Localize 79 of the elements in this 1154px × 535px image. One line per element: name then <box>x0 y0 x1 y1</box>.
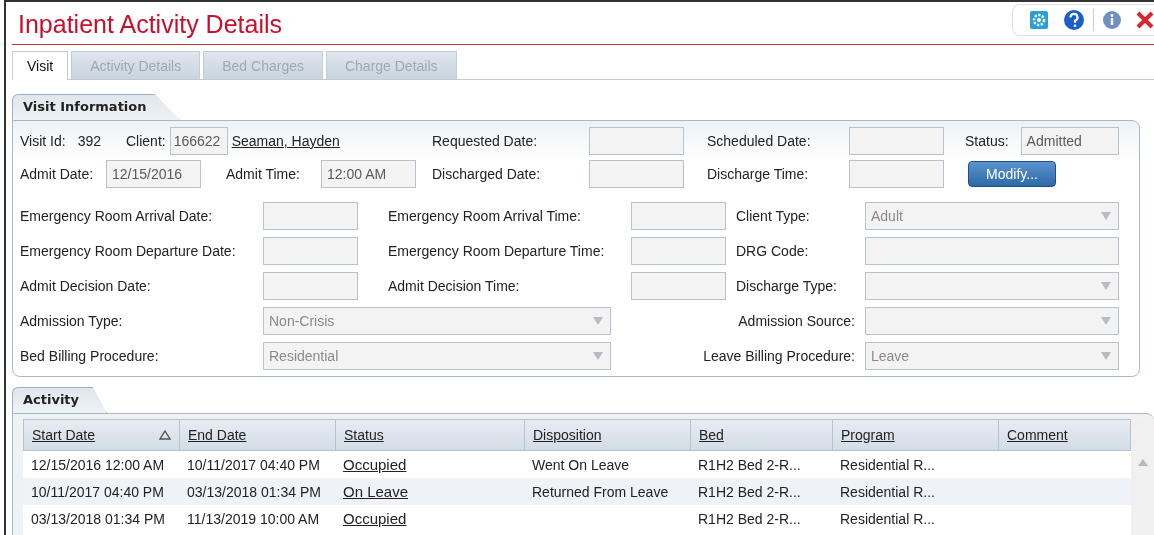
dropdown-arrow-icon <box>1101 282 1111 290</box>
table-cell: Residential R... <box>840 510 935 527</box>
field-label: Discharged Date: <box>432 166 542 182</box>
status-link[interactable]: Occupied <box>343 510 407 527</box>
help-icon[interactable] <box>1063 9 1085 31</box>
field-label: Client Type: <box>736 208 811 224</box>
column-header[interactable]: Bed <box>691 420 833 450</box>
dropdown[interactable] <box>865 307 1119 335</box>
info-icon[interactable] <box>1102 10 1122 30</box>
dropdown-arrow-icon <box>1101 352 1111 360</box>
status-link[interactable]: Occupied <box>343 456 407 473</box>
status-link[interactable]: On Leave <box>343 483 409 500</box>
column-header[interactable]: Status <box>336 420 525 450</box>
table-cell: R1H2 Bed 2-R... <box>698 483 801 500</box>
column-header[interactable]: Disposition <box>525 420 691 450</box>
scroll-up-icon[interactable] <box>1137 459 1148 466</box>
date-field[interactable] <box>849 127 944 155</box>
tab[interactable]: Visit <box>12 51 69 80</box>
input-field[interactable] <box>865 237 1119 265</box>
table-cell: Residential R... <box>840 483 935 500</box>
input-field[interactable] <box>631 272 726 300</box>
window-title: Inpatient Activity Details <box>17 8 282 39</box>
input-field[interactable] <box>631 202 726 230</box>
field-label: Emergency Room Arrival Date: <box>20 208 214 224</box>
field-label: Admit Decision Date: <box>20 278 152 294</box>
field-label: Emergency Room Departure Time: <box>388 243 606 259</box>
field-label: Emergency Room Arrival Time: <box>388 208 582 224</box>
input-field[interactable] <box>263 202 358 230</box>
dropdown-arrow-icon <box>1101 317 1111 325</box>
field-label: Admission Type: <box>20 313 124 329</box>
table-cell: R1H2 Bed 2-R... <box>698 510 801 527</box>
field-label: Leave Billing Procedure: <box>703 348 856 364</box>
visit-id-value: 392 <box>77 133 101 149</box>
table-cell: R1H2 Bed 2-R... <box>698 456 801 473</box>
table-cell: Returned From Leave <box>532 483 669 500</box>
field-label: Discharge Time: <box>707 166 810 182</box>
time-field[interactable]: 12:00 AM <box>321 160 416 188</box>
field-label: Visit Id: <box>20 133 66 149</box>
scrollbar[interactable] <box>1131 419 1154 535</box>
field-label: Client: <box>126 133 166 149</box>
field-label: Bed Billing Procedure: <box>20 348 160 364</box>
settings-icon[interactable] <box>1029 10 1049 30</box>
date-field[interactable]: 12/15/2016 <box>106 160 201 188</box>
table-cell: 10/11/2017 04:40 PM <box>31 483 164 500</box>
table-cell: 03/13/2018 01:34 PM <box>187 483 321 500</box>
table-cell: 10/11/2017 04:40 PM <box>187 456 320 473</box>
time-field[interactable] <box>849 160 944 188</box>
field-label: Admit Date: <box>20 166 95 182</box>
field-label: Requested Date: <box>432 133 539 149</box>
dropdown-arrow-icon <box>593 317 603 325</box>
field-label: Discharge Type: <box>736 278 838 294</box>
client-id-field[interactable]: 166622 <box>169 127 228 155</box>
column-header[interactable]: Start Date <box>24 420 180 450</box>
input-field[interactable] <box>263 237 358 265</box>
date-field[interactable] <box>589 127 684 155</box>
dropdown-arrow-icon <box>1101 212 1111 220</box>
dropdown-arrow-icon <box>593 352 603 360</box>
column-header[interactable]: Program <box>833 420 999 450</box>
table-cell: Went On Leave <box>532 456 630 473</box>
input-field[interactable] <box>263 272 358 300</box>
field-label: Scheduled Date: <box>707 133 812 149</box>
table-cell: Residential R... <box>840 456 935 473</box>
field-label: Status: <box>965 133 1009 149</box>
table-cell: 11/13/2019 10:00 AM <box>187 510 320 527</box>
table-cell: 03/13/2018 01:34 PM <box>31 510 165 527</box>
close-icon[interactable] <box>1136 11 1154 29</box>
table-cell: 12/15/2016 12:00 AM <box>31 456 165 473</box>
field-label: Admit Decision Time: <box>388 278 521 294</box>
client-name-link[interactable]: Seaman, Hayden <box>231 133 340 149</box>
field-label: Admit Time: <box>226 166 301 182</box>
field-label: Admission Source: <box>738 313 856 329</box>
column-header[interactable]: End Date <box>180 420 336 450</box>
date-field[interactable] <box>589 160 684 188</box>
input-field[interactable] <box>631 237 726 265</box>
modify-button[interactable]: Modify... <box>968 161 1056 187</box>
status-field[interactable]: Admitted <box>1020 127 1119 155</box>
field-label: DRG Code: <box>736 243 810 259</box>
dropdown[interactable] <box>865 272 1119 300</box>
field-label: Emergency Room Departure Date: <box>20 243 237 259</box>
